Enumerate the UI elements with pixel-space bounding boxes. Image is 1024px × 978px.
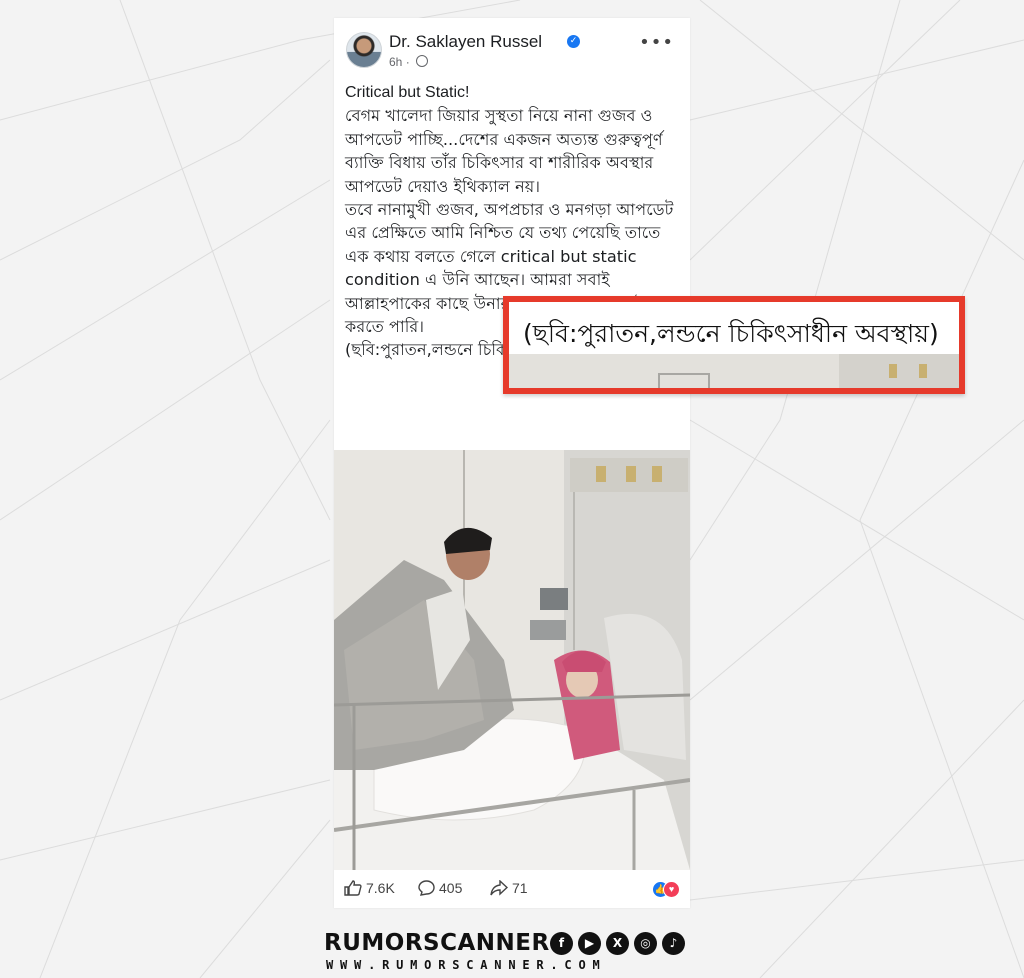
share-count: 71 bbox=[512, 880, 528, 896]
author-name[interactable]: Dr. Saklayen Russel bbox=[389, 32, 542, 52]
facebook-post-card: Dr. Saklayen Russel ✓ 6h · ••• Critical … bbox=[334, 18, 690, 908]
rumorscanner-brand: RUMORSCANNER f ▶ X ◎ ♪ WWW.RUMORSCANNER.… bbox=[324, 930, 692, 974]
post-meta: 6h · bbox=[389, 55, 429, 69]
x-icon[interactable]: X bbox=[606, 932, 629, 955]
youtube-icon[interactable]: ▶ bbox=[578, 932, 601, 955]
post-title: Critical but Static! bbox=[345, 84, 470, 101]
comment-count: 405 bbox=[439, 880, 463, 896]
brand-url[interactable]: WWW.RUMORSCANNER.COM bbox=[326, 958, 607, 972]
share-action[interactable]: 71 bbox=[490, 880, 528, 896]
facebook-icon[interactable]: f bbox=[550, 932, 573, 955]
like-action[interactable]: 7.6K bbox=[344, 880, 395, 896]
author-avatar[interactable] bbox=[346, 32, 382, 68]
reaction-summary[interactable]: 👍 ♥ bbox=[652, 881, 682, 898]
post-actions: 7.6K 405 71 👍 ♥ bbox=[344, 878, 684, 902]
callout-text: (ছবি:পুরাতন,লন্ডনে চিকিৎসাধীন অবস্থায়) bbox=[523, 319, 939, 348]
like-count: 7.6K bbox=[366, 880, 395, 896]
callout-photo-strip bbox=[509, 354, 959, 388]
love-reaction-icon: ♥ bbox=[663, 881, 680, 898]
comment-icon bbox=[418, 880, 435, 896]
post-photo[interactable] bbox=[334, 450, 690, 870]
post-header: Dr. Saklayen Russel ✓ 6h · ••• bbox=[346, 30, 680, 74]
share-icon bbox=[490, 880, 508, 896]
instagram-icon[interactable]: ◎ bbox=[634, 932, 657, 955]
comment-action[interactable]: 405 bbox=[418, 880, 462, 896]
post-time[interactable]: 6h bbox=[389, 55, 402, 69]
brand-name: RUMORSCANNER bbox=[324, 930, 550, 956]
globe-icon bbox=[416, 55, 429, 67]
tiktok-icon[interactable]: ♪ bbox=[662, 932, 685, 955]
like-icon bbox=[344, 880, 362, 896]
verified-badge-icon: ✓ bbox=[567, 35, 580, 48]
caption-callout: (ছবি:পুরাতন,লন্ডনে চিকিৎসাধীন অবস্থায়) bbox=[503, 296, 965, 394]
more-options-icon[interactable]: ••• bbox=[639, 32, 674, 53]
